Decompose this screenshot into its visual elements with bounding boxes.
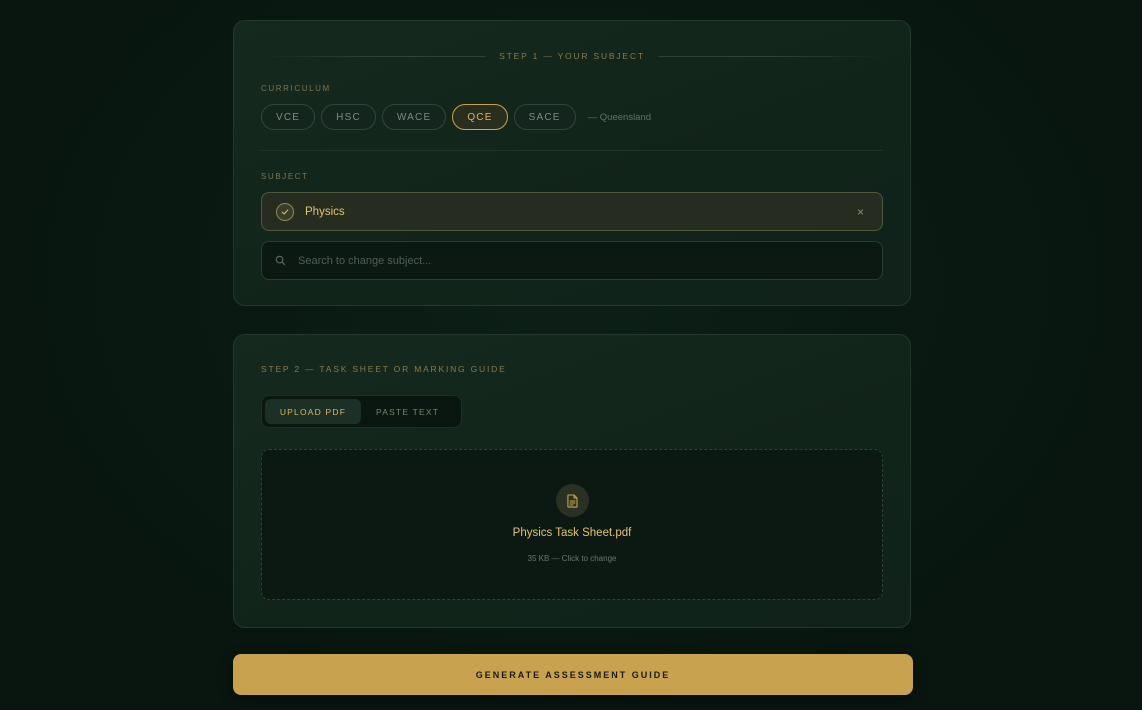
curriculum-label: CURRICULUM — [261, 84, 331, 93]
curriculum-option-qce[interactable]: QCE — [452, 104, 508, 130]
uploaded-file-meta: 35 KB — Click to change — [527, 554, 617, 563]
curriculum-selector: VCE HSC WACE QCE SACE — Queensland — [261, 104, 651, 130]
file-dropzone[interactable]: Physics Task Sheet.pdf 35 KB — Click to … — [261, 449, 883, 600]
heading-divider-left — [261, 55, 486, 57]
check-icon — [276, 202, 294, 221]
paste-text-tab[interactable]: PASTE TEXT — [363, 399, 452, 424]
uploaded-file-name: Physics Task Sheet.pdf — [512, 527, 632, 539]
subject-search-box — [261, 241, 883, 280]
document-icon — [556, 484, 589, 517]
step1-heading-row: STEP 1 — YOUR SUBJECT — [261, 50, 883, 62]
heading-divider-right — [658, 55, 883, 57]
curriculum-option-hsc[interactable]: HSC — [321, 104, 376, 130]
region-note: — Queensland — [587, 111, 652, 123]
subject-search-input[interactable] — [296, 253, 870, 268]
selected-subject-name: Physics — [305, 205, 345, 218]
section-divider — [261, 150, 883, 151]
step2-heading: STEP 2 — TASK SHEET OR MARKING GUIDE — [261, 364, 507, 374]
page: STEP 1 — YOUR SUBJECT CURRICULUM VCE HSC… — [0, 0, 1142, 710]
step1-card: STEP 1 — YOUR SUBJECT CURRICULUM VCE HSC… — [233, 20, 911, 306]
upload-pdf-tab[interactable]: UPLOAD PDF — [265, 399, 361, 424]
step1-heading: STEP 1 — YOUR SUBJECT — [499, 51, 645, 61]
curriculum-option-sace[interactable]: SACE — [513, 104, 576, 130]
curriculum-option-vce[interactable]: VCE — [261, 104, 316, 130]
generate-assessment-guide-button[interactable]: GENERATE ASSESSMENT GUIDE — [233, 654, 913, 695]
input-mode-toggle: UPLOAD PDF PASTE TEXT — [261, 395, 462, 428]
step2-card: STEP 2 — TASK SHEET OR MARKING GUIDE UPL… — [233, 334, 911, 628]
close-icon: × — [856, 204, 864, 219]
curriculum-option-wace[interactable]: WACE — [381, 104, 447, 130]
clear-subject-button[interactable]: × — [853, 205, 868, 219]
selected-subject-chip: Physics × — [261, 192, 883, 231]
subject-label: SUBJECT — [261, 172, 309, 181]
search-icon — [274, 255, 286, 267]
